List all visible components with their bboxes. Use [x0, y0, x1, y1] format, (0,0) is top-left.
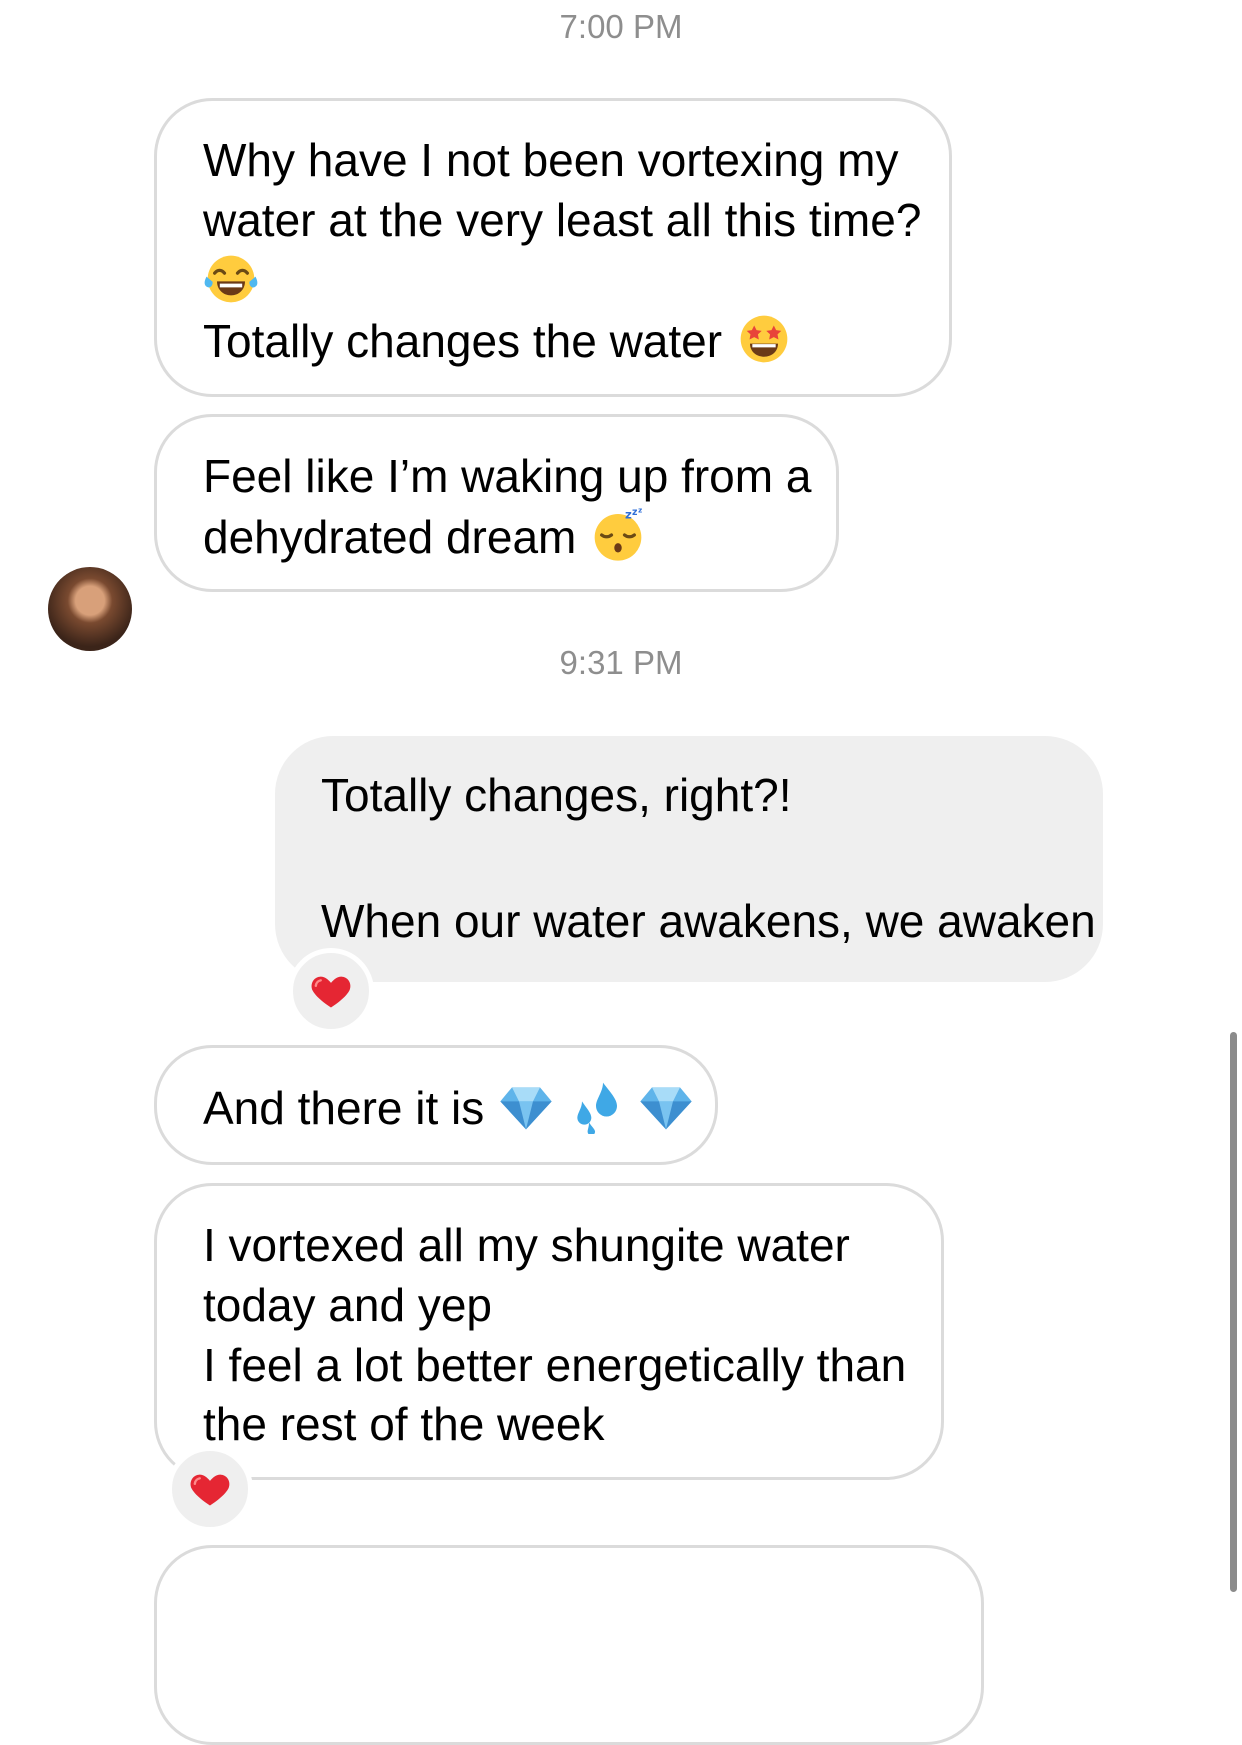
- message-text: water at the very least all this time?: [203, 193, 922, 246]
- message-bubble-incoming[interactable]: Feel like I’m waking up from a dehydrate…: [154, 414, 839, 592]
- scrollbar[interactable]: [1230, 1032, 1237, 1592]
- svg-text:z: z: [632, 507, 637, 518]
- reaction-heart[interactable]: [167, 1446, 253, 1532]
- timestamp: 9:31 PM: [559, 644, 683, 681]
- message-text: I vortexed all my shungite water: [203, 1219, 850, 1271]
- message-text: Totally changes, right?!: [321, 769, 792, 821]
- message-text: Why have I not been vortexing my: [203, 134, 899, 186]
- svg-text:z: z: [625, 507, 632, 521]
- message-spacer: [321, 826, 1057, 892]
- star-struck-icon: [740, 316, 788, 363]
- gem-stone-icon: [638, 1078, 694, 1134]
- red-heart-icon: [309, 969, 353, 1013]
- message-text: Totally changes the water: [203, 315, 723, 368]
- sweat-droplets-icon: [568, 1078, 624, 1134]
- message-bubble-incoming[interactable]: And there it is: [154, 1045, 718, 1165]
- gem-stone-icon: [498, 1078, 554, 1134]
- emoji-row: [203, 251, 903, 312]
- face-with-tears-of-joy-icon: [204, 255, 258, 302]
- message-text: today and yep: [203, 1278, 493, 1331]
- message-bubble-incoming[interactable]: [154, 1545, 984, 1745]
- message-text: And there it is: [203, 1082, 485, 1134]
- timestamp: 7:00 PM: [559, 8, 683, 45]
- red-heart-icon: [188, 1467, 232, 1511]
- avatar[interactable]: [48, 567, 132, 651]
- reaction-heart[interactable]: [288, 948, 374, 1034]
- message-bubble-outgoing[interactable]: Totally changes, right?! When our water …: [275, 736, 1103, 982]
- message-text: Feel like I’m waking up from a: [203, 450, 812, 502]
- message-bubble-incoming[interactable]: I vortexed all my shungite water today a…: [154, 1183, 944, 1480]
- message-text-row: And there it is: [203, 1078, 669, 1139]
- message-text: dehydrated dream: [203, 510, 577, 563]
- message-text: I feel a lot better energetically than: [203, 1338, 907, 1391]
- sleeping-face-icon: z z z: [595, 507, 643, 561]
- message-text-row: Totally changes the water: [203, 311, 903, 372]
- message-text-row: dehydrated dream z z z: [203, 507, 790, 568]
- message-text: the rest of the week: [203, 1398, 605, 1451]
- message-text: When our water awakens, we awaken: [321, 894, 1096, 947]
- message-bubble-incoming[interactable]: Why have I not been vortexing my water a…: [154, 98, 952, 397]
- svg-text:z: z: [638, 507, 642, 514]
